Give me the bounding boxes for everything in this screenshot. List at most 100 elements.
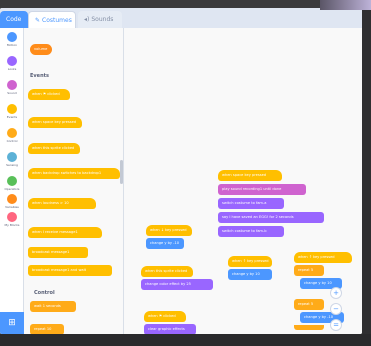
- block-label: when I receive message1: [32, 230, 78, 234]
- script-b-change-y[interactable]: change y by -10: [146, 238, 184, 249]
- script-f-repeat-2[interactable]: repeat 5: [294, 299, 324, 310]
- block-when-loudness[interactable]: when loudness > 10: [28, 198, 96, 209]
- tab-bar: Code ✎ Costumes ◂) Sounds: [0, 8, 362, 28]
- category-label: My Blocks: [4, 223, 20, 227]
- script-a-hat[interactable]: when space key pressed: [218, 170, 282, 181]
- script-f-repeat-end: [294, 325, 324, 330]
- block-label: when loudness > 10: [32, 201, 69, 205]
- script-f-repeat-1[interactable]: repeat 5: [294, 265, 324, 276]
- block-label: broadcast message1: [32, 250, 70, 254]
- block-label: switch costume to fam-a: [222, 201, 267, 205]
- block-label: clear graphic effects: [148, 327, 185, 331]
- palette-scrollbar[interactable]: [120, 160, 123, 184]
- block-wait[interactable]: wait 1 seconds: [30, 301, 76, 312]
- category-label: Sensing: [6, 163, 18, 167]
- block-when-sprite-clicked[interactable]: when this sprite clicked: [28, 143, 80, 154]
- category-label: Motion: [6, 43, 18, 47]
- block-label: when this sprite clicked: [32, 146, 75, 150]
- script-a-switch-costume-2[interactable]: switch costume to fam-b: [218, 226, 284, 237]
- script-b-hat[interactable]: when ↓ key pressed: [146, 225, 192, 236]
- block-when-i-receive[interactable]: when I receive message1: [28, 227, 102, 238]
- category-label: Sound: [7, 91, 17, 95]
- block-label: when ⚑ clicked: [32, 92, 60, 96]
- script-c-hat[interactable]: when this sprite clicked: [141, 266, 193, 277]
- tab-code[interactable]: Code: [0, 11, 28, 28]
- block-label: repeat 5: [298, 302, 314, 306]
- script-e-change-y[interactable]: change y by 10: [228, 269, 272, 280]
- monitor-bezel-bottom: [0, 334, 371, 346]
- block-repeat[interactable]: repeat 10: [30, 324, 64, 334]
- block-label: change color effect by 25: [145, 282, 191, 286]
- sensing-dot-icon: [7, 152, 17, 162]
- block-when-key-pressed[interactable]: when space key pressed: [28, 117, 82, 128]
- category-variables[interactable]: Variables: [3, 194, 21, 214]
- script-d-hat[interactable]: when ⚑ clicked: [144, 311, 186, 322]
- script-c-change-effect[interactable]: change color effect by 25: [141, 279, 213, 290]
- brush-icon: ✎: [35, 17, 41, 24]
- zoom-in-button[interactable]: +: [330, 287, 342, 299]
- category-motion[interactable]: Motion: [3, 32, 21, 52]
- category-sound[interactable]: Sound: [3, 80, 21, 100]
- tab-sounds-label: Sounds: [91, 16, 114, 23]
- category-label: Events: [6, 115, 18, 119]
- category-sensing[interactable]: Sensing: [3, 152, 21, 172]
- block-label: when ↑ key pressed: [298, 255, 335, 259]
- category-label: Control: [6, 139, 18, 143]
- looks-dot-icon: [7, 56, 17, 66]
- block-label: repeat 5: [298, 268, 314, 272]
- operators-dot-icon: [7, 176, 17, 186]
- block-label: broadcast message1 and wait: [32, 268, 86, 272]
- control-section-title: Control: [34, 290, 55, 296]
- block-broadcast[interactable]: broadcast message1: [28, 247, 88, 258]
- add-extension-button[interactable]: ⊞: [0, 312, 24, 334]
- block-label: change y by -10: [304, 315, 334, 319]
- script-d-clear-effects[interactable]: clear graphic effects: [144, 324, 196, 334]
- block-broadcast-and-wait[interactable]: broadcast message1 and wait: [28, 265, 112, 276]
- volume-label: volume: [34, 47, 48, 51]
- script-a-play-sound[interactable]: play sound recording1 until done: [218, 184, 306, 195]
- monitor-bezel-right: [362, 0, 371, 346]
- block-when-flag-clicked[interactable]: when ⚑ clicked: [28, 89, 70, 100]
- block-label: say I have saved an EGG! for 2 seconds: [222, 215, 294, 219]
- variables-dot-icon: [7, 194, 17, 204]
- tab-code-label: Code: [6, 16, 22, 23]
- category-events[interactable]: Events: [3, 104, 21, 124]
- script-a-switch-costume-1[interactable]: switch costume to fam-a: [218, 198, 284, 209]
- category-label: Looks: [7, 67, 17, 71]
- script-f-hat[interactable]: when ↑ key pressed: [294, 252, 352, 263]
- category-my-blocks[interactable]: My Blocks: [3, 212, 21, 232]
- tab-costumes-label: Costumes: [42, 17, 72, 24]
- category-looks[interactable]: Looks: [3, 56, 21, 76]
- block-label: switch costume to fam-b: [222, 229, 267, 233]
- block-label: when ⚑ clicked: [148, 314, 176, 318]
- volume-reporter[interactable]: volume: [30, 44, 52, 55]
- block-label: when this sprite clicked: [145, 269, 188, 273]
- block-palette: volume Events when ⚑ clicked when space …: [24, 28, 124, 334]
- category-label: Operators: [4, 187, 20, 191]
- zoom-reset-button[interactable]: =: [330, 319, 342, 331]
- block-label: change y by 10: [304, 281, 332, 285]
- category-control[interactable]: Control: [3, 128, 21, 148]
- events-dot-icon: [7, 104, 17, 114]
- zoom-out-button[interactable]: −: [330, 303, 342, 315]
- script-workspace[interactable]: when space key pressed play sound record…: [124, 28, 362, 334]
- add-extension-icon: ⊞: [8, 318, 16, 328]
- block-label: change y by -10: [150, 241, 180, 245]
- block-when-backdrop-switches[interactable]: when backdrop switches to backdrop1: [28, 168, 120, 179]
- block-label: when space key pressed: [32, 120, 77, 124]
- zoom-out-icon: −: [333, 305, 339, 313]
- category-operators[interactable]: Operators: [3, 176, 21, 196]
- tab-costumes[interactable]: ✎ Costumes: [28, 11, 76, 28]
- speaker-icon: ◂): [84, 16, 90, 23]
- block-label: when backdrop switches to backdrop1: [32, 171, 102, 175]
- zoom-in-icon: +: [333, 289, 339, 297]
- block-label: change y by 10: [232, 272, 260, 276]
- script-e-hat[interactable]: when ↑ key pressed: [228, 256, 272, 267]
- sound-dot-icon: [7, 80, 17, 90]
- script-a-say[interactable]: say I have saved an EGG! for 2 seconds: [218, 212, 324, 223]
- tab-sounds[interactable]: ◂) Sounds: [78, 11, 122, 28]
- block-label: when space key pressed: [222, 173, 267, 177]
- my-blocks-dot-icon: [7, 212, 17, 222]
- background-glare: [320, 0, 371, 10]
- zoom-reset-icon: =: [333, 321, 339, 329]
